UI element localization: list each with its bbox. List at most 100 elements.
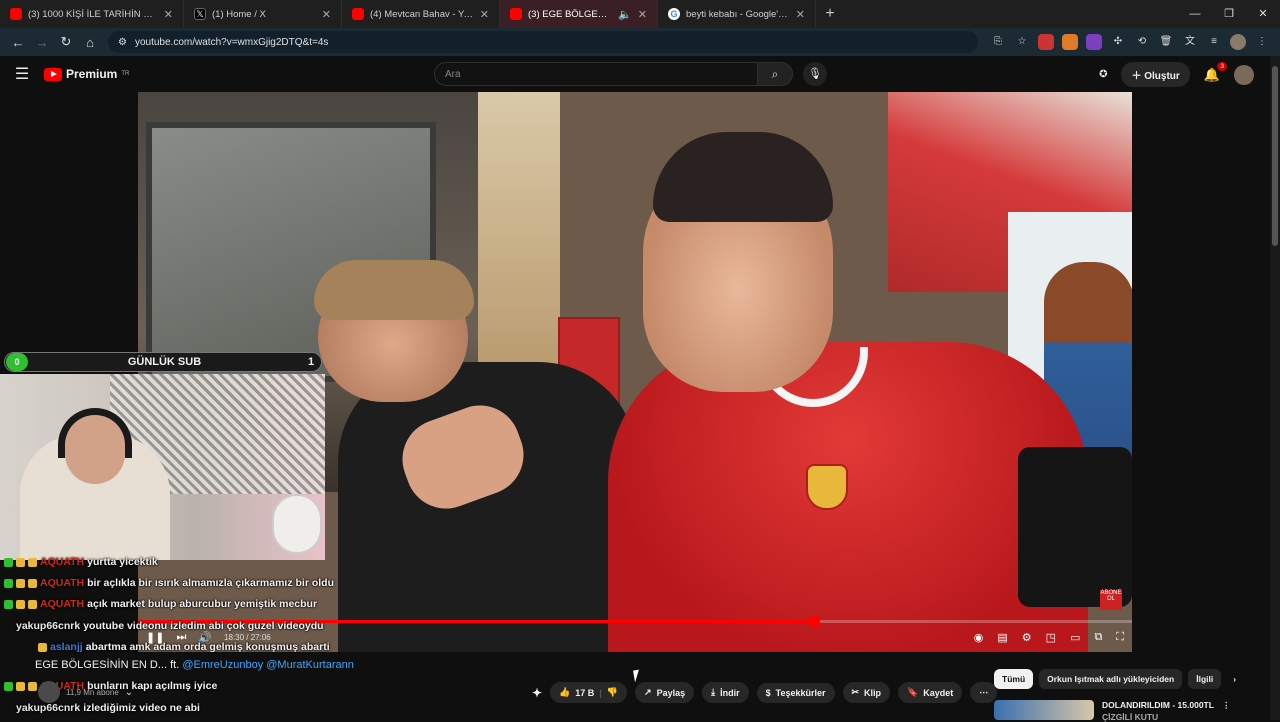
theater-mode-icon[interactable]: ▭ [1070,631,1080,644]
clip-label: Klip [864,687,882,698]
webcam-fan [272,494,322,554]
badge-icon [16,599,25,609]
search-input[interactable]: Ara [434,62,758,86]
new-tab-button[interactable]: + [816,5,844,23]
browser-menu-icon[interactable]: ⋮ [1254,34,1270,50]
divider: | [599,687,602,698]
scrollbar-thumb[interactable] [1272,66,1278,246]
video-frame [138,92,1132,652]
tab-title: (1) Home / X [212,8,266,20]
dark-mode-icon[interactable]: ✪ [1099,69,1107,80]
close-tab-icon[interactable]: ✕ [796,8,805,21]
chat-message: AQUATH yurtta yicektik [4,556,158,568]
chip-from-uploader[interactable]: Orkun Işıtmak adlı yükleyiciden [1039,669,1183,689]
sub-badge: 0 [6,353,28,371]
close-tab-icon[interactable]: ✕ [638,8,647,21]
sub-count: 1 [307,356,315,368]
browser-tab-1[interactable]: (3) 1000 KİŞİ İLE TARİHİN EN İYİ ✕ [0,0,184,28]
voice-search-icon[interactable]: 🎙 [803,62,827,86]
sparkle-icon[interactable]: ✦ [532,686,542,700]
hamburger-menu-icon[interactable]: ☰ [0,64,44,84]
forward-icon[interactable]: → [30,35,54,50]
install-app-icon[interactable]: ⎘ [990,34,1006,50]
browser-tab-4-active[interactable]: (3) EGE BÖLGESİNİN EN D 🔈 ✕ [500,0,658,28]
chat-text: yurtta yicektik [87,556,158,568]
page-scrollbar[interactable] [1270,56,1280,720]
settings-gear-icon[interactable]: ⚙ [1022,631,1032,644]
recommended-title: DOLANDIRILDIM - 15.000TL [1102,700,1214,710]
recommended-video[interactable]: DOLANDIRILDIM - 15.000TL ÇİZGİLİ KUTU ⋮ [994,700,1230,722]
notifications-bell-icon[interactable]: 🔔 3 [1204,61,1227,83]
close-tab-icon[interactable]: ✕ [480,8,489,21]
youtube-premium-logo[interactable]: Premium TR [44,67,129,81]
profile-avatar-icon[interactable] [1230,34,1246,50]
translate-icon[interactable]: 文 [1182,34,1198,50]
like-dislike-button[interactable]: 👍 17 B | 👎 [550,682,628,703]
badge-icon [28,681,37,691]
url-field[interactable]: ⚙ youtube.com/watch?v=wmxGjig2DTQ&t=4s [108,31,978,53]
browser-tab-2[interactable]: 𝕏 (1) Home / X ✕ [184,0,342,28]
thumbs-down-icon[interactable]: 👎 [607,687,618,698]
chip-all[interactable]: Tümü [994,669,1034,689]
google-favicon-icon: G [668,8,680,20]
back-icon[interactable]: ← [6,35,30,50]
close-tab-icon[interactable]: ✕ [322,8,331,21]
fullscreen-icon[interactable]: ⛶ [1116,631,1124,644]
chat-text: bir açlıkla bir ısırık almamızla çıkarma… [87,577,334,589]
badge-icon [16,578,25,588]
video-title-mentions[interactable]: @EmreUzunboy @MuratKurtarann [182,659,354,671]
thumbs-up-icon[interactable]: 👍 [559,687,570,698]
restore-icon[interactable]: ❐ [1212,0,1246,28]
logo-text: Premium [66,67,118,81]
extension-icon[interactable] [1086,34,1102,50]
browser-tab-5[interactable]: G beyti kebabı - Google'da Ara ✕ [658,0,816,28]
tab-title: (3) EGE BÖLGESİNİN EN D [528,8,612,20]
download-button[interactable]: ⤓ İndir [702,682,749,703]
reading-list-icon[interactable]: ≡ [1206,34,1222,50]
save-button[interactable]: 🔖 Kaydet [898,682,963,703]
end-subscribe-logo[interactable]: ABONE OL [1100,590,1122,610]
chevron-down-icon[interactable]: ⌄ [125,687,133,698]
browser-tab-bar: (3) 1000 KİŞİ İLE TARİHİN EN İYİ ✕ 𝕏 (1)… [0,0,1280,28]
video-player[interactable]: ABONE OL ❚❚ ⏭ 🔊 18:30 / 27:06 ◉ ▤ ⚙ ◳ ▭ … [138,92,1132,652]
chevron-right-icon[interactable]: › [1227,669,1242,689]
recommended-thumbnail[interactable] [994,700,1094,720]
close-window-icon[interactable]: ✕ [1246,0,1280,28]
extension-icon[interactable] [1062,34,1078,50]
scene-crest [806,464,848,510]
bookmark-star-icon[interactable]: ☆ [1014,34,1030,50]
subtitles-icon[interactable]: ▤ [997,631,1007,644]
badge-icon [28,578,37,588]
speaker-icon[interactable]: 🔈 [618,8,632,21]
home-icon[interactable]: ⌂ [78,35,102,50]
chip-related[interactable]: İlgili [1188,669,1222,689]
clip-button[interactable]: ✂ Klip [842,682,891,703]
history-icon[interactable]: ⟲ [1134,34,1150,50]
cast-icon[interactable]: ⧉ [1094,631,1102,644]
youtube-play-logo-icon [44,67,62,81]
account-avatar[interactable] [1234,64,1254,85]
chat-text: youtube videonu izledim abi çok guzel vi… [83,620,324,632]
extension-icon[interactable] [1038,34,1054,50]
more-vert-icon[interactable]: ⋮ [1222,700,1231,722]
trash-icon[interactable]: 🗑 [1158,34,1174,50]
share-button[interactable]: ↗ Paylaş [635,682,695,703]
search-button[interactable]: ⌕ [757,62,793,86]
badge-icon [16,681,25,691]
channel-avatar[interactable] [38,681,60,703]
create-button[interactable]: ＋ Oluştur [1121,62,1190,87]
miniplayer-icon[interactable]: ◳ [1046,631,1056,644]
chat-message: yakup66cnrk izlediğimiz video ne abi [16,702,200,714]
reload-icon[interactable]: ↻ [54,34,78,50]
autoplay-toggle-icon[interactable]: ◉ [974,631,984,644]
extensions-puzzle-icon[interactable]: ✣ [1110,34,1126,50]
close-tab-icon[interactable]: ✕ [164,8,173,21]
address-bar-row: ← → ↻ ⌂ ⚙ youtube.com/watch?v=wmxGjig2DT… [0,28,1280,56]
mouse-cursor-icon [633,669,641,683]
minimize-icon[interactable]: — [1178,0,1212,28]
tab-title: (4) Mevtcan Bahav - YouTube [370,8,474,20]
youtube-header: ☰ Premium TR Ara ⌕ 🎙 ✪ ＋ Oluştur 🔔 3 [0,56,1280,92]
thanks-button[interactable]: $ Teşekkürler [756,682,835,703]
site-info-icon[interactable]: ⚙ [118,37,127,48]
browser-tab-3[interactable]: (4) Mevtcan Bahav - YouTube ✕ [342,0,500,28]
